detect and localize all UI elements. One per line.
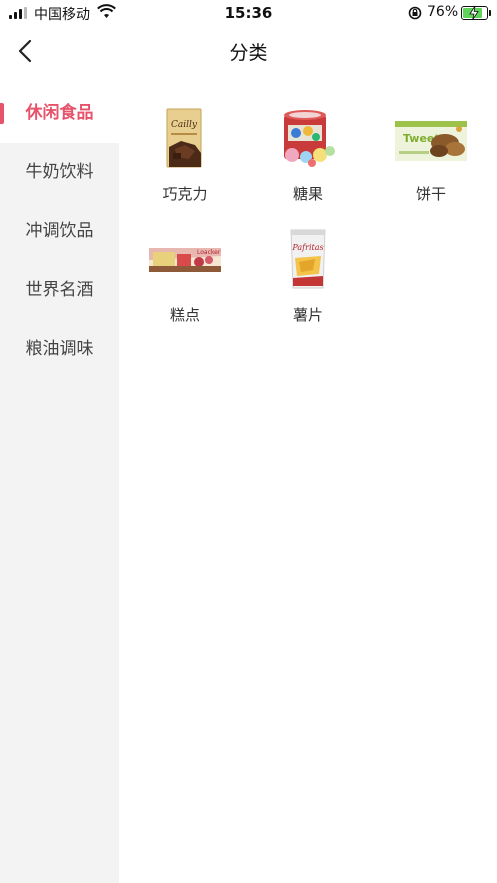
sidebar-item-instant-drinks[interactable]: 冲调饮品: [0, 202, 119, 261]
sidebar-item-label: 粮油调味: [25, 339, 94, 359]
active-indicator: [0, 103, 4, 124]
sidebar-item-label: 休闲食品: [25, 103, 94, 123]
page-title: 分类: [229, 42, 268, 64]
battery-percent: 76%: [427, 4, 459, 20]
category-label: 巧克力: [162, 185, 208, 203]
clock: 15:36: [224, 4, 273, 22]
category-label: 糖果: [292, 185, 323, 203]
wafer-pastry-image: Loacker: [144, 226, 226, 292]
sidebar-item-world-wines[interactable]: 世界名酒: [0, 261, 119, 320]
svg-text:Loacker: Loacker: [197, 249, 221, 256]
category-tile-biscuits[interactable]: Tweet 饼干: [370, 100, 492, 210]
svg-text:Cailly: Cailly: [171, 120, 198, 130]
candy-tin-image: [272, 105, 344, 171]
sidebar-item-label: 冲调饮品: [25, 221, 94, 241]
sidebar-item-milk-drinks[interactable]: 牛奶饮料: [0, 143, 119, 202]
category-tile-potato-chips[interactable]: Pafritas 薯片: [247, 221, 369, 331]
svg-text:Pafritas: Pafritas: [291, 243, 323, 252]
chocolate-bar-image: Cailly: [149, 105, 221, 171]
sidebar-item-label: 牛奶饮料: [25, 162, 94, 182]
potato-chips-bag-image: Pafritas: [272, 226, 344, 292]
category-sidebar: 休闲食品 牛奶饮料 冲调饮品 世界名酒 粮油调味: [0, 84, 119, 883]
charging-bolt-icon: [469, 5, 479, 21]
rotation-lock-icon: [408, 6, 422, 20]
category-tile-chocolate[interactable]: Cailly 巧克力: [124, 100, 246, 210]
biscuit-box-image: Tweet: [390, 105, 472, 171]
sidebar-item-grain-oil-seasoning[interactable]: 粮油调味: [0, 320, 119, 379]
nav-bar: 分类: [0, 26, 497, 76]
status-bar: 中国移动 15:36 76%: [0, 0, 497, 26]
category-label: 薯片: [292, 306, 323, 324]
battery-tip: [489, 10, 491, 16]
category-label: 饼干: [415, 185, 446, 203]
category-tile-candy[interactable]: 糖果: [247, 100, 369, 210]
category-tile-pastry[interactable]: Loacker 糕点: [124, 221, 246, 331]
category-label: 糕点: [169, 306, 200, 324]
sidebar-item-snacks[interactable]: 休闲食品: [0, 84, 119, 143]
sidebar-item-label: 世界名酒: [25, 280, 94, 300]
